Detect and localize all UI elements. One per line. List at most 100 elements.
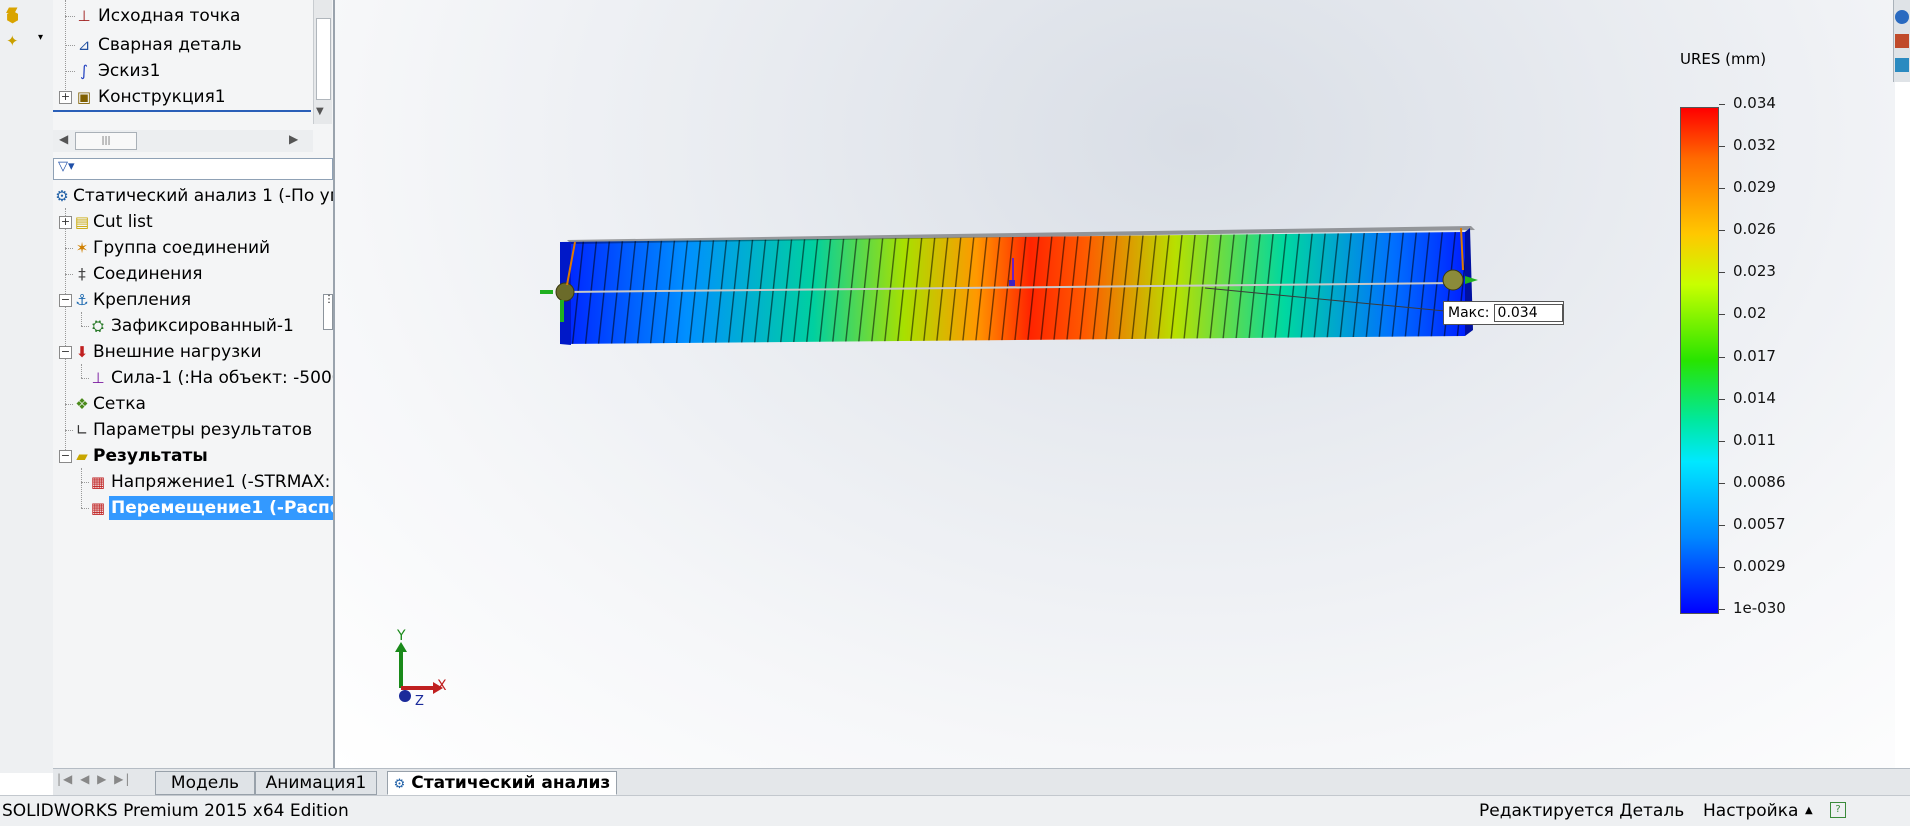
vertical-scrollbar[interactable]: ▼ — [313, 0, 332, 124]
study-root[interactable]: ⚙ Статический анализ 1 (-По умол — [53, 184, 333, 208]
structure-icon: ▣ — [76, 88, 92, 106]
legend-tick-mark — [1719, 104, 1725, 105]
legend-tick-mark — [1719, 272, 1725, 274]
tab-model[interactable]: Модель — [155, 771, 255, 795]
result-options-icon: ∟ — [75, 421, 89, 439]
tree-item-mesh[interactable]: ❖ Сетка — [53, 392, 333, 416]
tree-item-force-1[interactable]: ⊥ Сила-1 (:На объект: -5000 N — [53, 364, 333, 390]
axis-triad — [395, 642, 443, 702]
collapse-toggle[interactable]: − — [59, 346, 72, 359]
tab-nav-arrows-icon[interactable]: |◀ ◀ ▶ ▶| — [57, 772, 131, 786]
legend-tick-label: 0.011 — [1733, 430, 1776, 449]
legend-tick-mark — [1719, 440, 1725, 442]
tree-item-external-loads[interactable]: − ⬇ Внешние нагрузки — [53, 340, 333, 364]
tree-item-fixed-1[interactable]: ⛭ Зафиксированный-1 — [53, 312, 333, 338]
tree-item-cut-list[interactable]: + ▤ Cut list — [53, 210, 333, 234]
axis-y-label: Y — [397, 628, 406, 644]
tree-item-connections[interactable]: ‡ Соединения — [53, 262, 333, 286]
legend-tick-label: 0.0029 — [1733, 556, 1786, 575]
task-pane-tabs — [1893, 0, 1910, 82]
max-probe-label: Макс: 0.034 — [1443, 301, 1564, 325]
tree-item-origin[interactable]: ⊥ Исходная точка — [53, 4, 313, 28]
tree-item-connection-group[interactable]: ✶ Группа соединений — [53, 236, 333, 260]
legend-tick-label: 0.034 — [1733, 94, 1776, 112]
panel-collapse-handle[interactable]: ⋮ — [323, 294, 333, 330]
legend-tick-label: 0.029 — [1733, 178, 1776, 197]
legend-tick-mark — [1719, 524, 1725, 526]
tab-static-analysis[interactable]: ⚙ Статический анализ 1 — [387, 771, 617, 817]
tree-divider — [53, 110, 311, 112]
document-tabs: |◀ ◀ ▶ ▶| Модель Анимация1 ⚙ Статический… — [53, 768, 1910, 817]
tree-item-fixtures[interactable]: − ⚓ Крепления — [53, 288, 333, 312]
expand-toggle[interactable]: + — [59, 216, 72, 229]
study-icon: ⚙ — [55, 187, 69, 205]
beam-model[interactable] — [560, 226, 1475, 345]
origin-icon: ⊥ — [77, 7, 91, 25]
fixtures-icon: ⚓ — [75, 291, 89, 309]
legend-tick-label: 0.0086 — [1733, 472, 1786, 491]
custom-properties-icon[interactable] — [1895, 34, 1909, 48]
legend-tick-label: 0.02 — [1733, 304, 1767, 323]
scroll-left-icon[interactable]: ◀ — [59, 132, 68, 146]
horizontal-scrollbar[interactable]: ◀ ||| ▶ — [53, 130, 313, 152]
mesh-icon: ❖ — [75, 395, 89, 413]
legend-tick-mark — [1719, 356, 1725, 358]
cut-list-icon: ▤ — [74, 213, 90, 231]
legend-color-bar — [1680, 107, 1719, 614]
tab-animation1[interactable]: Анимация1 — [255, 771, 377, 795]
legend-tick-mark — [1719, 188, 1725, 190]
fixed-geometry-icon: ⛭ — [91, 317, 104, 335]
tree-item-stress1[interactable]: ▦ Напряжение1 (-STRMAX: Be — [53, 470, 333, 494]
appearance-icon[interactable] — [1895, 10, 1909, 24]
scroll-right-icon[interactable]: ▶ — [289, 132, 298, 146]
legend-tick-label: 1e-030 — [1733, 599, 1786, 617]
legend-tick-mark — [1719, 609, 1725, 610]
filter-input[interactable]: ▽▾ — [53, 158, 333, 180]
force-icon: ⊥ — [91, 369, 105, 387]
view-palette-icon[interactable] — [1895, 58, 1909, 72]
legend-tick-mark — [1719, 566, 1725, 568]
part-icon[interactable]: ⬢ — [6, 8, 26, 26]
external-loads-icon: ⬇ — [75, 343, 89, 361]
results-folder-icon: ▰ — [76, 447, 88, 465]
legend-tick-mark — [1719, 482, 1725, 484]
editing-status: Редактируется Деталь — [1479, 801, 1685, 821]
app-edition: SOLIDWORKS Premium 2015 x64 Edition — [2, 801, 349, 821]
tree-item-structure1[interactable]: + ▣ Конструкция1 — [53, 85, 313, 109]
axis-z-label: Z — [415, 694, 424, 709]
feature-manager-panel: ⊥ Исходная точка ⊿ Сварная деталь ∫ Эски… — [53, 0, 335, 770]
displacement-plot-icon: ▦ — [90, 499, 106, 517]
legend-tick-mark — [1719, 230, 1725, 232]
status-bar: SOLIDWORKS Premium 2015 x64 Edition Реда… — [0, 795, 1910, 826]
filter-icon[interactable]: ▽▾ — [58, 159, 75, 174]
tree-item-result-options[interactable]: ∟ Параметры результатов — [53, 418, 333, 442]
legend-tick-label: 0.032 — [1733, 136, 1776, 155]
legend-tick-mark — [1719, 314, 1725, 316]
graphics-viewport[interactable]: Y X Z Макс: 0.034 — [335, 0, 1895, 768]
legend-tick-mark — [1719, 398, 1725, 400]
connections-icon: ‡ — [78, 265, 86, 283]
legend-tick-mark — [1719, 146, 1725, 148]
legend-tick-label: 0.0057 — [1733, 514, 1786, 533]
study-icon: ⚙ — [393, 777, 406, 792]
wand-icon[interactable]: ✦ — [6, 32, 26, 50]
tree-item-weldment[interactable]: ⊿ Сварная деталь — [53, 33, 313, 57]
left-toolbar: ▰ ⬢ ✦ ▾ — [0, 0, 54, 773]
tree-item-results[interactable]: − ▰ Результаты — [53, 444, 333, 468]
collapse-toggle[interactable]: − — [59, 294, 72, 307]
weldment-icon: ⊿ — [77, 36, 91, 54]
caret-up-icon[interactable]: ▲ — [1805, 796, 1813, 826]
tree-item-sketch1[interactable]: ∫ Эскиз1 — [53, 59, 313, 83]
scroll-down-icon[interactable]: ▼ — [316, 106, 324, 117]
units-setting[interactable]: Настройка — [1703, 796, 1798, 826]
collapse-toggle[interactable]: − — [59, 450, 72, 463]
axis-x-label: X — [437, 678, 447, 694]
help-icon[interactable]: ? — [1830, 802, 1846, 818]
tree-item-displacement1[interactable]: ▦ Перемещение1 (-Располо — [53, 496, 333, 520]
stress-plot-icon: ▦ — [90, 473, 106, 491]
sketch-icon: ∫ — [80, 62, 88, 80]
legend-tick-label: 0.014 — [1733, 388, 1776, 407]
expand-toggle[interactable]: + — [59, 91, 72, 104]
legend-tick-label: 0.023 — [1733, 262, 1776, 281]
connection-group-icon: ✶ — [75, 239, 89, 257]
